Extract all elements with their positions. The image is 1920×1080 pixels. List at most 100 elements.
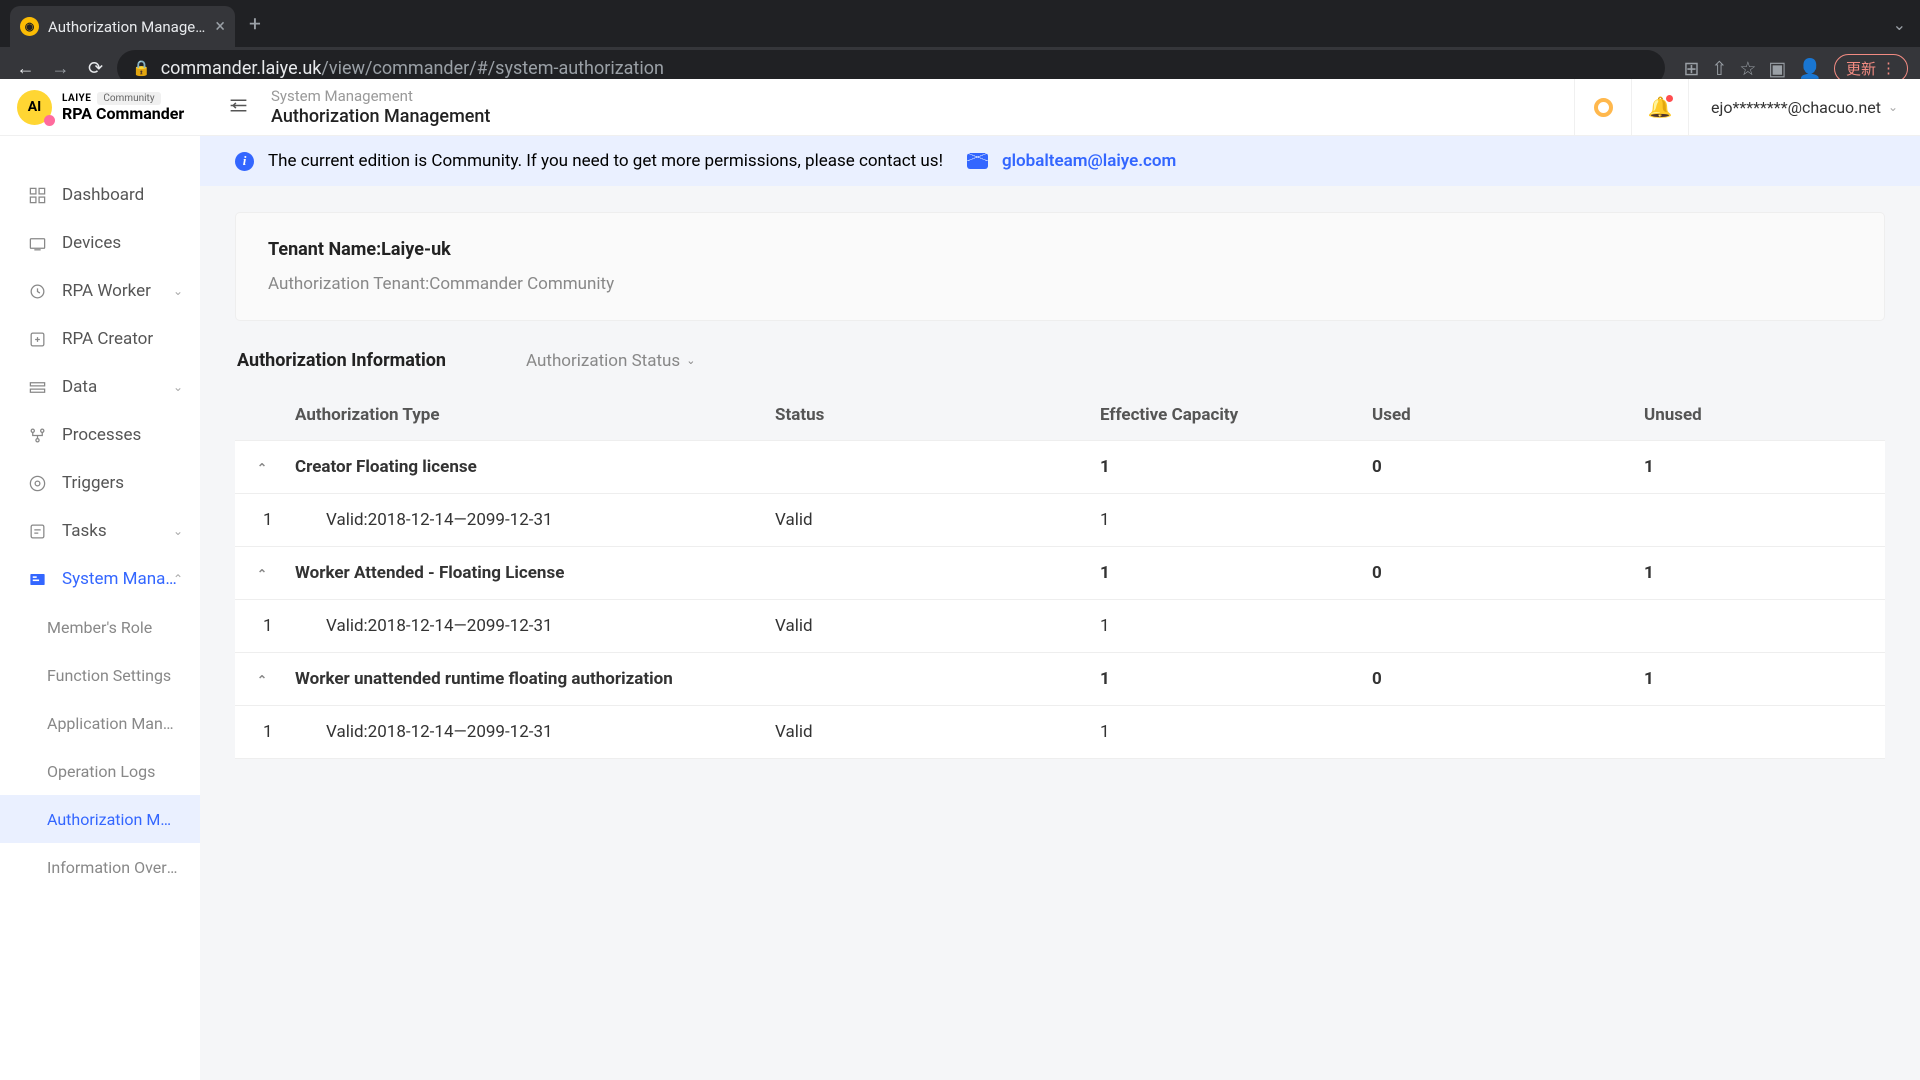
cell-capacity: 1 (1100, 722, 1372, 742)
sidebar-item-dashboard[interactable]: Dashboard (0, 171, 200, 219)
bell-icon: 🔔 (1648, 95, 1673, 119)
chevron-down-icon: ⌄ (686, 354, 695, 367)
reload-button[interactable]: ⟳ (82, 58, 109, 79)
sidebar-item-tasks[interactable]: Tasks ⌄ (0, 507, 200, 555)
subitem-label: Member's Role (47, 618, 152, 637)
row-number: 1 (235, 722, 295, 742)
lock-icon: 🔒 (132, 59, 151, 77)
help-button[interactable] (1574, 79, 1631, 135)
tab-title: Authorization Management_RP (48, 18, 206, 36)
worker-icon (28, 282, 47, 301)
processes-icon (28, 426, 47, 445)
sidebar-item-data[interactable]: Data ⌄ (0, 363, 200, 411)
cell-used: 0 (1372, 563, 1644, 583)
cell-capacity: 1 (1100, 563, 1372, 583)
translate-icon[interactable]: ⊞ (1683, 57, 1699, 80)
sidebar-label: Triggers (62, 473, 124, 493)
contact-email-link[interactable]: globalteam@laiye.com (1002, 151, 1176, 171)
cell-type: Valid:2018-12-14—2099-12-31 (295, 616, 775, 636)
mail-icon (967, 153, 988, 169)
cell-status: Valid (775, 510, 1100, 530)
cell-capacity: 1 (1100, 510, 1372, 530)
forward-button[interactable]: → (47, 58, 74, 79)
sidebar-label: Data (62, 377, 97, 397)
sidebar-subitem-information-overview[interactable]: Information Overvi... (0, 843, 200, 891)
favicon-icon: ◉ (20, 17, 39, 36)
cell-capacity: 1 (1100, 669, 1372, 689)
sidebar-subitem-application-management[interactable]: Application Manag... (0, 699, 200, 747)
table-row: ⌃Worker Attended - Floating License101 (235, 547, 1885, 600)
sidebar-item-rpa-worker[interactable]: RPA Worker ⌄ (0, 267, 200, 315)
authorization-status-filter[interactable]: Authorization Status ⌄ (526, 351, 695, 371)
tabs-row: Authorization Information Authorization … (235, 350, 1885, 371)
tabs-menu-icon[interactable]: ⌄ (1893, 15, 1906, 34)
cell-used: 0 (1372, 457, 1644, 477)
chevron-down-icon: ⌄ (1888, 100, 1898, 114)
sidebar-item-processes[interactable]: Processes (0, 411, 200, 459)
logo[interactable]: AI LAIYECommunity RPA Commander (0, 90, 200, 125)
table-row: ⌃ Worker unattended runtime floating auth… (235, 653, 1885, 706)
notifications-button[interactable]: 🔔 (1631, 79, 1688, 135)
table-row: 1Valid:2018-12-14—2099-12-31Valid1 (235, 600, 1885, 653)
collapse-row-icon[interactable]: ⌃ (257, 567, 267, 581)
share-icon[interactable]: ⇧ (1711, 57, 1727, 80)
sidebar-subitem-function-settings[interactable]: Function Settings (0, 651, 200, 699)
header-status: Status (775, 405, 1100, 425)
cell-status: Valid (775, 616, 1100, 636)
sidebar-label: Devices (62, 233, 121, 253)
sidebar-label: RPA Worker (62, 281, 151, 301)
subitem-label: Application Manag... (47, 714, 179, 733)
user-menu[interactable]: ejo********@chacuo.net ⌄ (1688, 79, 1920, 135)
cell-type: Valid:2018-12-14—2099-12-31 (295, 510, 775, 530)
ring-icon (1594, 98, 1613, 117)
extensions-icon[interactable]: ▣ (1768, 57, 1786, 80)
row-number: 1 (235, 616, 295, 636)
chevron-down-icon: ⌄ (173, 284, 183, 298)
data-icon (28, 378, 47, 397)
sidebar: Dashboard Devices RPA Worker ⌄ RPA Creat… (0, 136, 200, 1080)
cell-type: Worker unattended runtime floating autho… (295, 669, 775, 689)
tasks-icon (28, 522, 47, 541)
close-tab-icon[interactable]: × (215, 16, 225, 37)
sidebar-toggle-button[interactable] (228, 95, 249, 120)
back-button[interactable]: ← (12, 58, 39, 79)
dashboard-icon (28, 186, 47, 205)
profile-icon[interactable]: 👤 (1798, 57, 1822, 80)
new-tab-button[interactable]: + (249, 13, 261, 37)
collapse-row-icon[interactable]: ⌃ (257, 673, 267, 687)
bookmark-icon[interactable]: ☆ (1739, 57, 1756, 80)
product-name: RPA Commander (62, 105, 184, 123)
header-type: Authorization Type (295, 405, 775, 425)
collapse-row-icon[interactable]: ⌃ (257, 461, 267, 475)
sidebar-item-rpa-creator[interactable]: RPA Creator (0, 315, 200, 363)
tab-authorization-information[interactable]: Authorization Information (237, 350, 446, 371)
system-icon (28, 570, 47, 589)
sidebar-subitem-members-role[interactable]: Member's Role (0, 603, 200, 651)
sidebar-item-system-management[interactable]: System Manag... ⌃ (0, 555, 200, 603)
banner-text: The current edition is Community. If you… (268, 151, 943, 171)
cell-capacity: 1 (1100, 616, 1372, 636)
browser-tab[interactable]: ◉ Authorization Management_RP × (10, 6, 235, 47)
cell-unused: 1 (1644, 563, 1885, 583)
authorization-table: Authorization Type Status Effective Capa… (235, 389, 1885, 759)
user-email: ejo********@chacuo.net (1711, 98, 1881, 117)
tenant-card: Tenant Name:Laiye-uk Authorization Tenan… (235, 212, 1885, 321)
sidebar-subitem-authorization-management[interactable]: Authorization Man... (0, 795, 200, 843)
breadcrumb: System Management (271, 87, 490, 105)
cell-capacity: 1 (1100, 457, 1372, 477)
authorization-tenant: Authorization Tenant:Commander Community (268, 274, 1852, 294)
creator-icon (28, 330, 47, 349)
sidebar-subitem-operation-logs[interactable]: Operation Logs (0, 747, 200, 795)
tenant-name: Tenant Name:Laiye-uk (268, 239, 1852, 260)
info-banner: i The current edition is Community. If y… (200, 136, 1920, 186)
cell-used: 0 (1372, 669, 1644, 689)
sidebar-item-triggers[interactable]: Triggers (0, 459, 200, 507)
devices-icon (28, 234, 47, 253)
header-right: 🔔 ejo********@chacuo.net ⌄ (1574, 79, 1920, 135)
cell-status: Valid (775, 722, 1100, 742)
chevron-up-icon: ⌃ (173, 572, 183, 586)
cell-unused: 1 (1644, 457, 1885, 477)
sidebar-item-devices[interactable]: Devices (0, 219, 200, 267)
subitem-label: Operation Logs (47, 762, 155, 781)
header-capacity: Effective Capacity (1100, 405, 1372, 425)
